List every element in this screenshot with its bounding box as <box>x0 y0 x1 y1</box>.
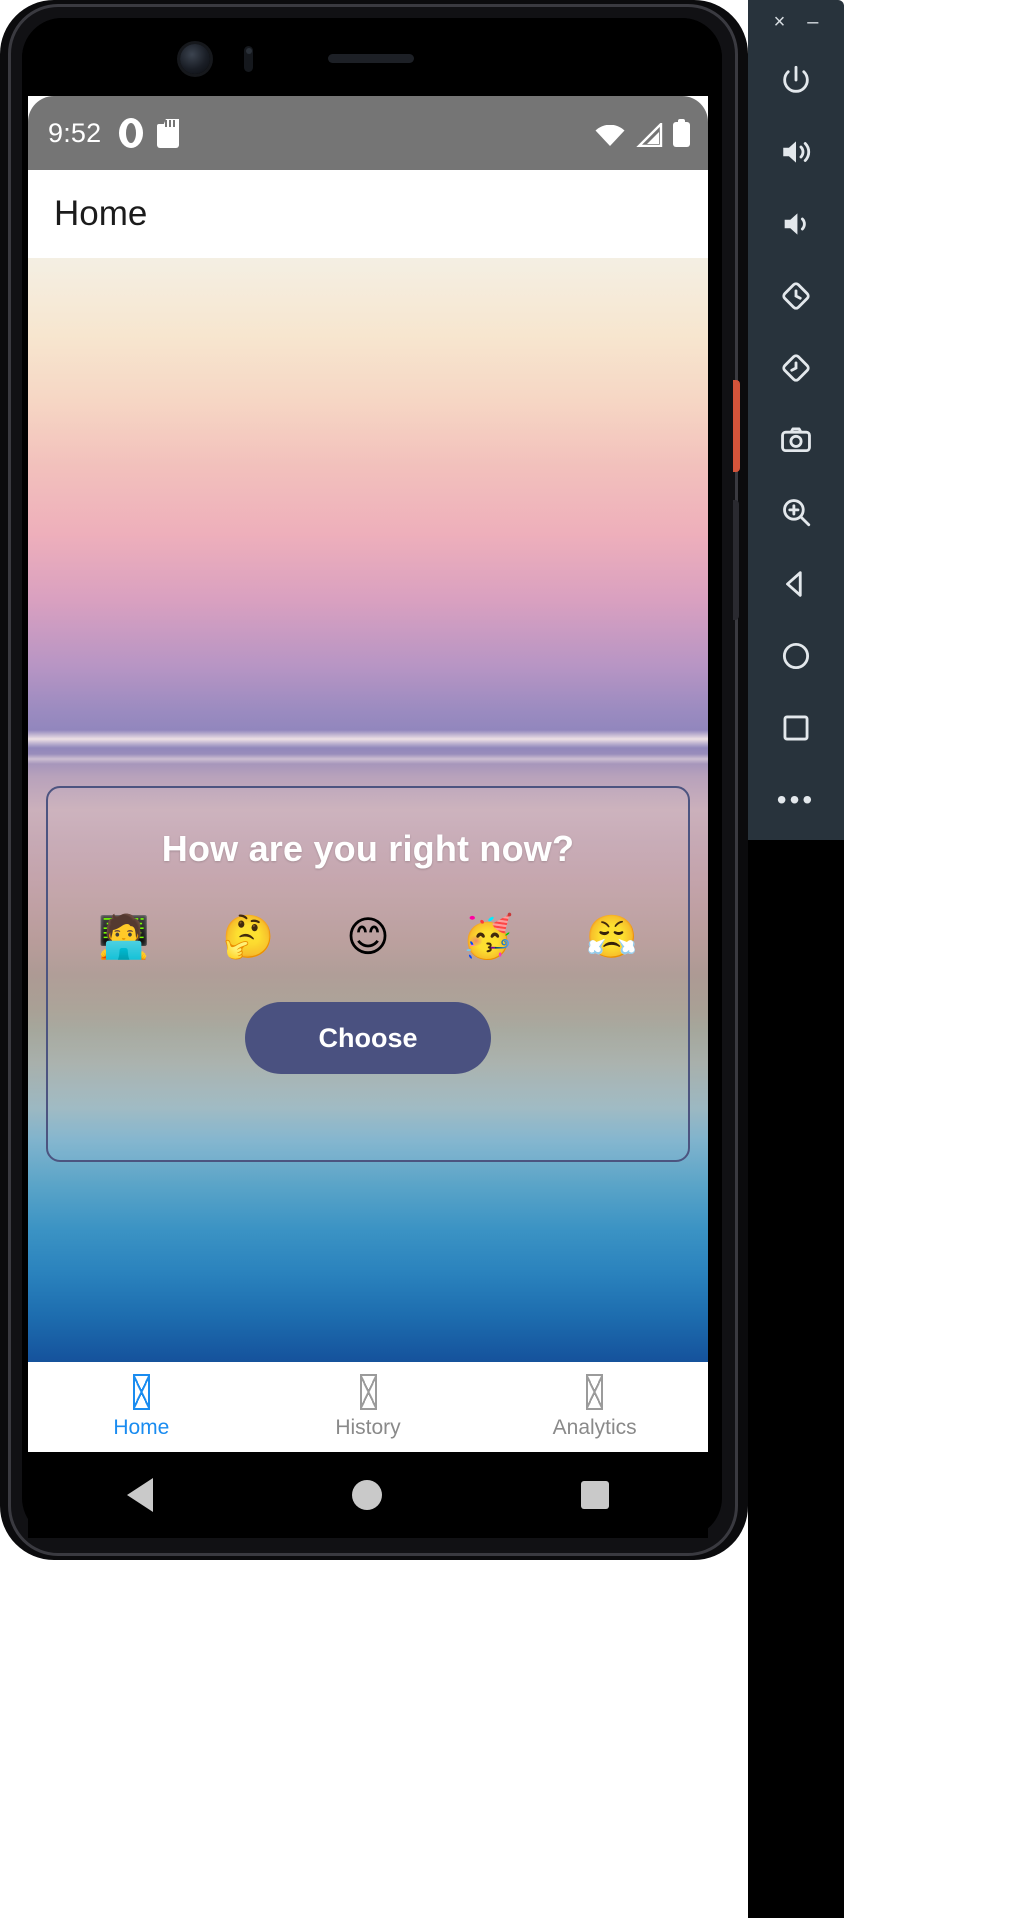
camera-icon[interactable] <box>748 404 844 476</box>
status-bar-system-icons <box>595 119 690 148</box>
history-tab-icon <box>359 1374 377 1410</box>
android-system-nav <box>28 1452 708 1538</box>
desktop-background-right <box>844 0 1034 1918</box>
bottom-navigation-bar: Home History Analytics <box>28 1362 708 1452</box>
angry-crying-face-emoji[interactable]: 😤 <box>586 916 638 958</box>
more-icon[interactable]: ••• <box>748 764 844 836</box>
status-bar: 9:52 <box>28 96 708 170</box>
back-icon[interactable] <box>127 1478 154 1512</box>
app-viewport: 9:52 Home <box>28 96 708 1452</box>
more-dots: ••• <box>776 784 816 815</box>
nav-item-home[interactable]: Home <box>28 1374 255 1440</box>
analytics-tab-icon <box>586 1374 604 1410</box>
sensor-icon <box>244 46 253 72</box>
window-controls: × – <box>748 0 844 44</box>
mood-emoji-row: 🧑‍💻 🤔 😊 🥳 😤 <box>48 916 688 958</box>
mood-question-title: How are you right now? <box>161 828 575 869</box>
nav-label-analytics: Analytics <box>552 1416 637 1439</box>
status-bar-clock: 9:52 <box>48 117 102 148</box>
minimize-icon[interactable]: – <box>807 12 818 32</box>
mood-selector-card: How are you right now? 🧑‍💻 🤔 😊 🥳 😤 Choos… <box>46 786 690 1162</box>
volume-up-icon[interactable] <box>748 116 844 188</box>
volume-rocker-hardware[interactable] <box>733 500 739 620</box>
rotate-right-icon[interactable] <box>748 332 844 404</box>
front-camera-icon <box>180 44 210 74</box>
overview-icon[interactable] <box>748 692 844 764</box>
zoom-icon[interactable] <box>748 476 844 548</box>
back-icon[interactable] <box>748 548 844 620</box>
desktop-background-bottom <box>0 1560 748 1918</box>
cellular-signal-icon <box>635 121 663 148</box>
nav-label-history: History <box>335 1416 401 1439</box>
home-tab-icon <box>132 1374 150 1410</box>
alarm-icon <box>119 118 144 148</box>
nav-label-home: Home <box>113 1416 170 1439</box>
power-icon[interactable] <box>748 44 844 116</box>
toolbar-backdrop <box>748 840 844 1918</box>
wifi-icon <box>595 125 625 147</box>
technologist-emoji[interactable]: 🧑‍💻 <box>98 916 150 958</box>
page-title: Home <box>54 194 148 233</box>
close-icon[interactable]: × <box>774 12 786 32</box>
power-button-hardware[interactable] <box>733 380 740 472</box>
nav-item-analytics[interactable]: Analytics <box>481 1374 708 1440</box>
earpiece-speaker <box>328 54 414 63</box>
emulator-toolbar: × – ••• <box>748 0 844 840</box>
battery-icon <box>673 119 690 147</box>
smiling-face-emoji[interactable]: 😊 <box>346 916 390 958</box>
rotate-left-icon[interactable] <box>748 260 844 332</box>
overview-icon[interactable] <box>580 1481 609 1509</box>
nav-item-history[interactable]: History <box>255 1374 482 1440</box>
home-screen-content: How are you right now? 🧑‍💻 🤔 😊 🥳 😤 Choos… <box>28 258 708 1362</box>
partying-face-emoji[interactable]: 🥳 <box>462 916 514 958</box>
home-icon[interactable] <box>748 620 844 692</box>
screenshot-root: 9:52 Home <box>0 0 1034 1918</box>
app-bar: Home <box>28 170 708 258</box>
sd-card-icon <box>157 119 180 148</box>
thinking-face-emoji[interactable]: 🤔 <box>222 916 274 958</box>
status-bar-notification-icons <box>119 118 180 148</box>
home-icon[interactable] <box>351 1480 382 1510</box>
horizon-haze <box>28 730 708 748</box>
choose-button[interactable]: Choose <box>245 1002 491 1074</box>
horizon-haze-secondary <box>28 754 708 764</box>
device-top-hardware <box>22 18 722 92</box>
volume-down-icon[interactable] <box>748 188 844 260</box>
